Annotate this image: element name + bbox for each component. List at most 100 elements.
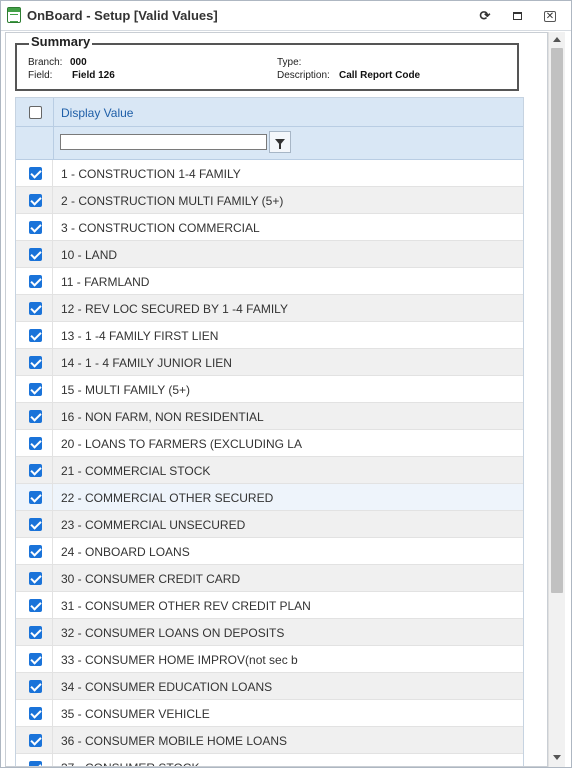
row-checkbox-cell bbox=[16, 241, 53, 267]
row-checkbox-cell bbox=[16, 700, 53, 726]
filter-button[interactable] bbox=[269, 131, 291, 153]
row-checkbox-cell bbox=[16, 430, 53, 456]
table-row[interactable]: 34 - CONSUMER EDUCATION LOANS bbox=[16, 673, 523, 700]
content-panel: Summary Branch: 000 Field: Field 126 Typ… bbox=[5, 32, 548, 767]
row-checkbox[interactable] bbox=[29, 626, 42, 639]
valid-values-grid: Display Value 1 - CONSTRUCTION 1-4 FAMIL… bbox=[15, 97, 524, 766]
refresh-icon: ⟳ bbox=[479, 8, 491, 23]
select-all-checkbox[interactable] bbox=[29, 106, 42, 119]
display-value-cell: 16 - NON FARM, NON RESIDENTIAL bbox=[61, 410, 264, 424]
close-icon: ✕ bbox=[544, 10, 556, 22]
grid-header: Display Value bbox=[16, 98, 523, 127]
row-checkbox[interactable] bbox=[29, 275, 42, 288]
display-value-cell: 2 - CONSTRUCTION MULTI FAMILY (5+) bbox=[61, 194, 284, 208]
row-checkbox[interactable] bbox=[29, 653, 42, 666]
type-label: Type: bbox=[277, 57, 302, 68]
display-value-cell: 1 - CONSTRUCTION 1-4 FAMILY bbox=[61, 167, 241, 181]
row-checkbox[interactable] bbox=[29, 545, 42, 558]
table-row[interactable]: 12 - REV LOC SECURED BY 1 -4 FAMILY bbox=[16, 295, 523, 322]
row-checkbox-cell bbox=[16, 187, 53, 213]
scrollbar-thumb[interactable] bbox=[551, 48, 563, 593]
display-value-cell: 30 - CONSUMER CREDIT CARD bbox=[61, 572, 241, 586]
row-checkbox-cell bbox=[16, 565, 53, 591]
row-checkbox[interactable] bbox=[29, 356, 42, 369]
row-checkbox-cell bbox=[16, 349, 53, 375]
display-value-cell: 20 - LOANS TO FARMERS (EXCLUDING LA bbox=[61, 437, 302, 451]
row-checkbox[interactable] bbox=[29, 383, 42, 396]
table-row[interactable]: 30 - CONSUMER CREDIT CARD bbox=[16, 565, 523, 592]
row-checkbox-cell bbox=[16, 214, 53, 240]
table-row[interactable]: 2 - CONSTRUCTION MULTI FAMILY (5+) bbox=[16, 187, 523, 214]
display-value-cell: 22 - COMMERCIAL OTHER SECURED bbox=[61, 491, 274, 505]
row-checkbox-cell bbox=[16, 538, 53, 564]
row-checkbox[interactable] bbox=[29, 761, 42, 766]
table-row[interactable]: 23 - COMMERCIAL UNSECURED bbox=[16, 511, 523, 538]
column-divider bbox=[53, 127, 54, 159]
row-checkbox-cell bbox=[16, 268, 53, 294]
table-row[interactable]: 33 - CONSUMER HOME IMPROV(not sec b bbox=[16, 646, 523, 673]
refresh-button[interactable]: ⟳ bbox=[478, 8, 492, 23]
table-row[interactable]: 13 - 1 -4 FAMILY FIRST LIEN bbox=[16, 322, 523, 349]
display-value-cell: 37 - CONSUMER STOCK bbox=[61, 761, 199, 766]
table-row[interactable]: 3 - CONSTRUCTION COMMERCIAL bbox=[16, 214, 523, 241]
table-row[interactable]: 21 - COMMERCIAL STOCK bbox=[16, 457, 523, 484]
table-row[interactable]: 31 - CONSUMER OTHER REV CREDIT PLAN bbox=[16, 592, 523, 619]
table-row[interactable]: 22 - COMMERCIAL OTHER SECURED bbox=[16, 484, 523, 511]
row-checkbox[interactable] bbox=[29, 599, 42, 612]
display-value-cell: 11 - FARMLAND bbox=[61, 275, 150, 289]
row-checkbox[interactable] bbox=[29, 734, 42, 747]
table-row[interactable]: 16 - NON FARM, NON RESIDENTIAL bbox=[16, 403, 523, 430]
table-row[interactable]: 35 - CONSUMER VEHICLE bbox=[16, 700, 523, 727]
display-value-cell: 21 - COMMERCIAL STOCK bbox=[61, 464, 211, 478]
branch-value: 000 bbox=[70, 57, 87, 68]
field-label: Field: bbox=[28, 70, 53, 81]
table-row[interactable]: 11 - FARMLAND bbox=[16, 268, 523, 295]
close-button[interactable]: ✕ bbox=[543, 9, 557, 23]
row-checkbox-cell bbox=[16, 322, 53, 348]
table-row[interactable]: 1 - CONSTRUCTION 1-4 FAMILY bbox=[16, 160, 523, 187]
row-checkbox-cell bbox=[16, 511, 53, 537]
row-checkbox[interactable] bbox=[29, 572, 42, 585]
table-row[interactable]: 20 - LOANS TO FARMERS (EXCLUDING LA bbox=[16, 430, 523, 457]
scroll-down-arrow-icon[interactable] bbox=[553, 755, 561, 760]
table-row[interactable]: 15 - MULTI FAMILY (5+) bbox=[16, 376, 523, 403]
summary-fieldset: Summary Branch: 000 Field: Field 126 Typ… bbox=[15, 34, 519, 91]
row-checkbox[interactable] bbox=[29, 437, 42, 450]
table-row[interactable]: 36 - CONSUMER MOBILE HOME LOANS bbox=[16, 727, 523, 754]
field-value: Field 126 bbox=[72, 70, 115, 81]
funnel-filter-icon bbox=[275, 139, 285, 149]
row-checkbox[interactable] bbox=[29, 518, 42, 531]
row-checkbox-cell bbox=[16, 673, 53, 699]
display-value-header[interactable]: Display Value bbox=[61, 106, 133, 120]
display-value-filter-input[interactable] bbox=[60, 134, 267, 150]
row-checkbox[interactable] bbox=[29, 680, 42, 693]
row-checkbox-cell bbox=[16, 457, 53, 483]
row-checkbox[interactable] bbox=[29, 464, 42, 477]
setup-window: OnBoard - Setup [Valid Values] ⟳ ✕ Summa… bbox=[0, 0, 572, 768]
display-value-cell: 12 - REV LOC SECURED BY 1 -4 FAMILY bbox=[61, 302, 288, 316]
row-checkbox[interactable] bbox=[29, 302, 42, 315]
row-checkbox[interactable] bbox=[29, 167, 42, 180]
display-value-cell: 10 - LAND bbox=[61, 248, 118, 262]
table-row[interactable]: 37 - CONSUMER STOCK bbox=[16, 754, 523, 766]
row-checkbox[interactable] bbox=[29, 248, 42, 261]
row-checkbox[interactable] bbox=[29, 707, 42, 720]
row-checkbox[interactable] bbox=[29, 410, 42, 423]
row-checkbox-cell bbox=[16, 754, 53, 766]
display-value-cell: 14 - 1 - 4 FAMILY JUNIOR LIEN bbox=[61, 356, 232, 370]
table-row[interactable]: 14 - 1 - 4 FAMILY JUNIOR LIEN bbox=[16, 349, 523, 376]
maximize-button[interactable] bbox=[510, 9, 524, 23]
row-checkbox[interactable] bbox=[29, 221, 42, 234]
row-checkbox-cell bbox=[16, 646, 53, 672]
scroll-up-arrow-icon[interactable] bbox=[553, 37, 561, 42]
row-checkbox-cell bbox=[16, 295, 53, 321]
table-row[interactable]: 10 - LAND bbox=[16, 241, 523, 268]
table-row[interactable]: 32 - CONSUMER LOANS ON DEPOSITS bbox=[16, 619, 523, 646]
row-checkbox[interactable] bbox=[29, 194, 42, 207]
maximize-icon bbox=[512, 12, 522, 20]
row-checkbox[interactable] bbox=[29, 491, 42, 504]
branch-label: Branch: bbox=[28, 57, 63, 68]
vertical-scrollbar[interactable] bbox=[548, 32, 565, 767]
row-checkbox[interactable] bbox=[29, 329, 42, 342]
table-row[interactable]: 24 - ONBOARD LOANS bbox=[16, 538, 523, 565]
